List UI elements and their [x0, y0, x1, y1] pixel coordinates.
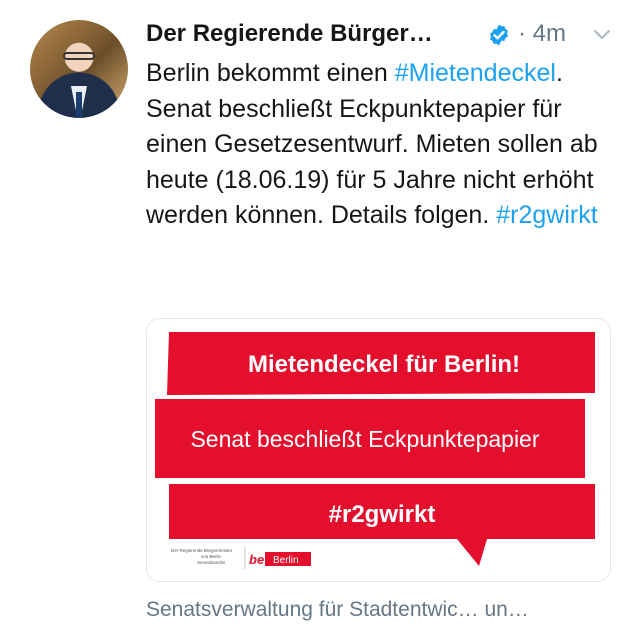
link-card[interactable]: Mietendeckel für Berlin! Senat beschließ… [146, 318, 611, 582]
card-image: Mietendeckel für Berlin! Senat beschließ… [147, 319, 610, 581]
tweet-text: Berlin bekommt einen #Mietendeckel. Sena… [146, 56, 616, 234]
card-hashtag: #r2gwirkt [329, 501, 436, 528]
avatar-glasses [63, 52, 95, 60]
chevron-down-icon[interactable] [592, 24, 612, 44]
avatar-tie [76, 92, 82, 118]
hashtag-mietendeckel-link[interactable]: #Mietendeckel [395, 59, 556, 87]
card-subline: Senat beschließt Eckpunktepapier [190, 426, 539, 452]
sender-line-2: von Berlin [201, 554, 222, 559]
sender-line-3: Senatskanzlei [197, 560, 225, 565]
verified-badge-icon [490, 24, 508, 46]
tweet-text-plain: Berlin bekommt einen [146, 59, 395, 87]
hashtag-r2gwirkt-link[interactable]: #r2gwirkt [496, 201, 597, 229]
sender-line-1: Der Regierende Bürgermeister [171, 548, 233, 553]
logo-be: be [249, 552, 264, 567]
author-avatar[interactable] [30, 20, 128, 118]
tweet-header: Der Regierende Bürger… · 4m [146, 18, 617, 54]
card-source-link[interactable]: Senatsverwaltung für Stadtentwic… un… [146, 595, 616, 625]
card-headline: Mietendeckel für Berlin! [248, 351, 520, 378]
tweet-timestamp[interactable]: · 4m [518, 18, 566, 50]
author-name[interactable]: Der Regierende Bürger… [146, 18, 476, 50]
logo-berlin: Berlin [273, 555, 299, 566]
